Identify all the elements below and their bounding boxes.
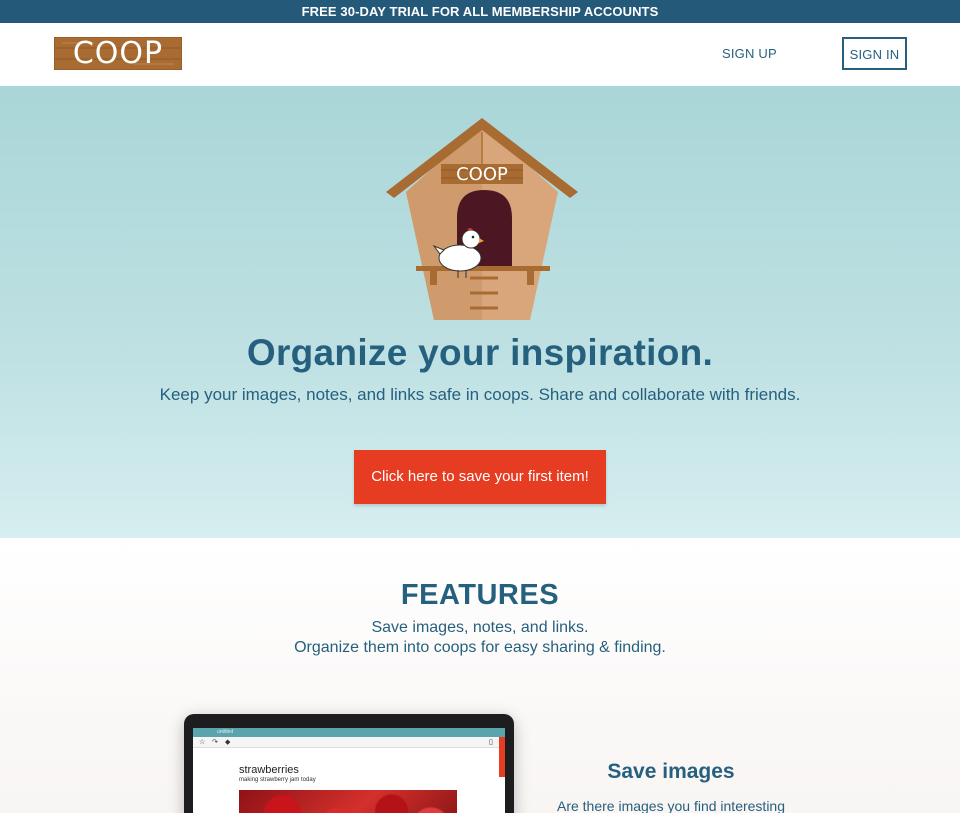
mockup-item-title: strawberries [239,764,299,776]
features-section: FEATURES Save images, notes, and links. … [0,538,960,813]
trash-icon: ▯ [489,739,493,746]
top-navbar: COOP SIGN UP SIGN IN [0,23,960,86]
save-first-item-button[interactable]: Click here to save your first item! [354,450,606,504]
mockup-window-label: untitled [193,728,505,737]
coop-logo[interactable]: COOP [53,36,183,71]
promo-banner: FREE 30-DAY TRIAL FOR ALL MEMBERSHIP ACC… [0,0,960,23]
features-line-2: Organize them into coops for easy sharin… [294,639,666,656]
save-images-description: Are there images you find interesting [556,798,785,813]
laptop-mockup: untitled ☆ ↷ ◆ ▯ strawberries making str… [184,714,514,813]
sign-in-button[interactable]: SIGN IN [842,37,907,70]
sign-up-link[interactable]: SIGN UP [722,46,777,61]
features-title: FEATURES [400,579,560,611]
star-icon: ☆ [199,739,206,746]
coop-sign-text: COOP [456,164,508,185]
save-images-title: Save images [607,760,735,783]
tag-icon: ◆ [225,739,231,746]
strawberry-image [239,790,457,813]
share-icon: ↷ [212,739,218,746]
chicken-coop-illustration: COOP [386,118,578,320]
mockup-item-subtitle: making strawberry jam today [239,777,316,783]
mockup-accent [499,737,505,777]
laptop-screen: untitled ☆ ↷ ◆ ▯ strawberries making str… [193,728,505,813]
hero-section: COOP Organize your inspiration. Keep you… [0,86,960,538]
logo-text: COOP [72,36,164,71]
hero-title: Organize your inspiration. [246,332,714,373]
features-line-1: Save images, notes, and links. [371,619,589,636]
hero-subtitle: Keep your images, notes, and links safe … [159,385,801,404]
mockup-toolbar: ☆ ↷ ◆ ▯ [193,737,505,748]
